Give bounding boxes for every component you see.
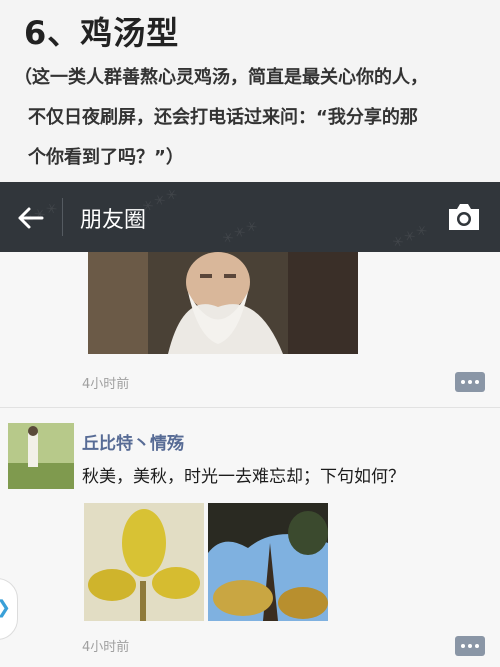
- appbar-divider: [62, 198, 63, 236]
- avatar[interactable]: [8, 423, 74, 489]
- moments-feed: 4小时前 丘比特丶情殇 秋美，美秋，时光一去难忘却；下句如何？ 4小时前: [0, 252, 500, 667]
- moments-app-bar: ＊＊＊ ＊＊＊ ＊＊＊ ＊＊＊ 朋友圈: [0, 182, 500, 252]
- more-dots-icon: [461, 380, 465, 384]
- post-author[interactable]: 丘比特丶情殇: [82, 429, 184, 454]
- chevron-right-icon: ❯: [0, 597, 11, 618]
- more-dots-icon: [461, 644, 465, 648]
- caption-line: 个你看到了吗？”）: [28, 147, 184, 168]
- post-timestamp: 4小时前: [82, 640, 130, 655]
- watermark: ＊＊＊: [389, 222, 432, 253]
- arrow-left-icon: [18, 207, 44, 229]
- article-caption: 6、鸡汤型 （这一类人群善熬心灵鸡汤，简直是最关心你的人， 不仅日夜刷屏，还会打…: [0, 0, 500, 182]
- page-title: 朋友圈: [80, 208, 147, 233]
- caption-line: （这一类人群善熬心灵鸡汤，简直是最关心你的人，: [14, 67, 428, 88]
- back-button[interactable]: [12, 200, 48, 236]
- more-dots-icon: [475, 644, 479, 648]
- more-dots-icon: [468, 380, 472, 384]
- post-timestamp: 4小时前: [82, 377, 130, 392]
- avatar-image: [8, 423, 74, 489]
- caption-title: 6、鸡汤型: [24, 14, 180, 52]
- comment-button[interactable]: [455, 372, 485, 392]
- post-photo-yellow-leaf: [84, 503, 204, 621]
- post-photo[interactable]: [208, 503, 328, 621]
- post-photo-old-man: [88, 252, 358, 354]
- post-text: 秋美，美秋，时光一去难忘却；下句如何？: [82, 467, 405, 487]
- camera-icon: [449, 204, 479, 230]
- comment-button[interactable]: [455, 636, 485, 656]
- more-dots-icon: [475, 380, 479, 384]
- camera-button[interactable]: [446, 201, 482, 233]
- caption-line: 不仅日夜刷屏，还会打电话过来问：“我分享的那: [28, 107, 418, 128]
- watermark: ＊＊＊: [219, 218, 262, 249]
- post-divider: [0, 407, 500, 408]
- post-photo-autumn-tree: [208, 503, 328, 621]
- more-dots-icon: [468, 644, 472, 648]
- post-image[interactable]: [88, 252, 358, 354]
- caption-body: （这一类人群善熬心灵鸡汤，简直是最关心你的人， 不仅日夜刷屏，还会打电话过来问：…: [14, 58, 494, 178]
- post-photo[interactable]: [84, 503, 204, 621]
